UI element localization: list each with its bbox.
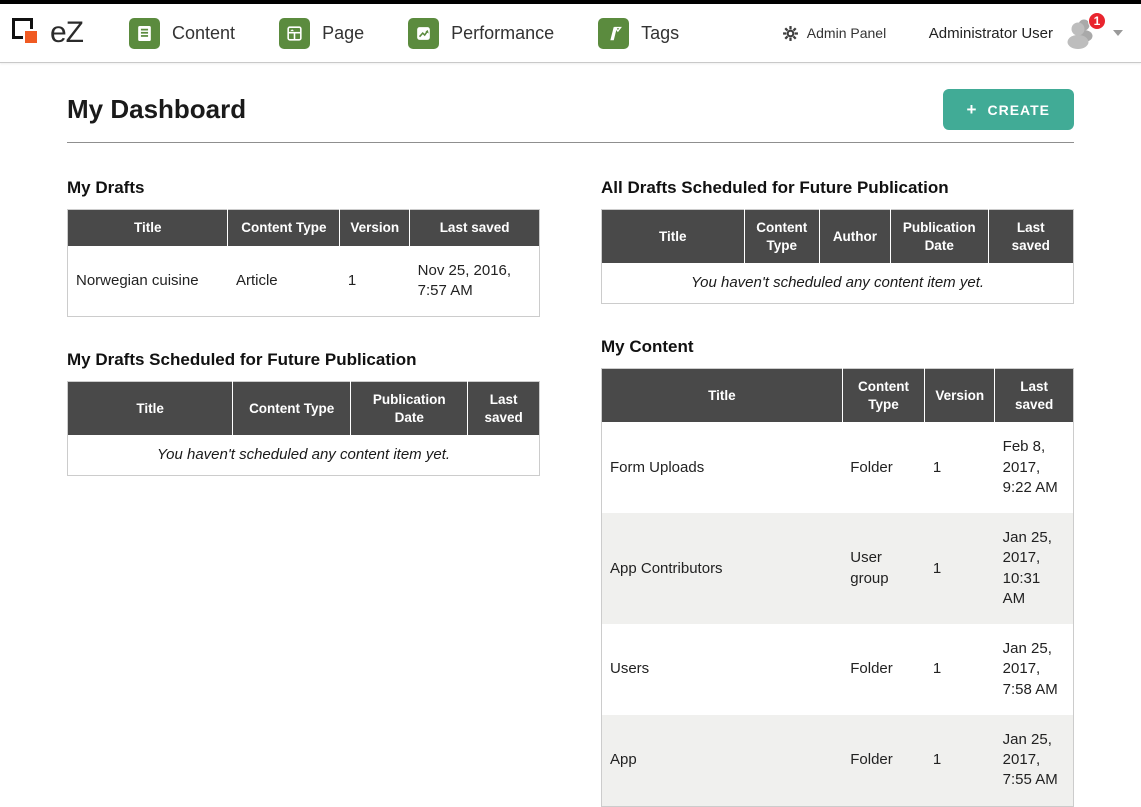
empty-row: You haven't scheduled any content item y…: [68, 435, 540, 476]
column-header: Content Type: [744, 210, 820, 264]
plus-icon: +: [967, 101, 978, 118]
table-header-row: TitleContent TypePublication DateLast sa…: [68, 382, 540, 436]
tags-icon: [598, 18, 629, 49]
table-cell: Jan 25, 2017, 7:58 AM: [995, 624, 1074, 715]
notification-badge[interactable]: 1: [1088, 12, 1106, 30]
column-header: Last saved: [468, 382, 540, 436]
my-content-title: My Content: [601, 337, 1074, 357]
page-icon: [279, 18, 310, 49]
table-cell: Jan 25, 2017, 7:55 AM: [995, 715, 1074, 806]
column-header: Last saved: [995, 369, 1074, 423]
table-row[interactable]: App ContributorsUser group1Jan 25, 2017,…: [602, 513, 1074, 624]
all-drafts-scheduled-table: TitleContent TypeAuthorPublication DateL…: [601, 209, 1074, 304]
empty-message: You haven't scheduled any content item y…: [602, 263, 1074, 304]
user-name: Administrator User: [929, 25, 1053, 42]
table-cell: 1: [925, 513, 995, 624]
table-cell: 1: [925, 715, 995, 806]
chevron-down-icon[interactable]: [1113, 30, 1123, 36]
main-nav: Content Page Performance: [129, 18, 679, 49]
table-header-row: TitleContent TypeAuthorPublication DateL…: [602, 210, 1074, 264]
performance-icon: [408, 18, 439, 49]
table-cell: 1: [925, 624, 995, 715]
nav-label-performance: Performance: [451, 23, 554, 44]
my-drafts-title: My Drafts: [67, 178, 540, 198]
table-cell: Article: [228, 246, 340, 317]
all-drafts-scheduled-title: All Drafts Scheduled for Future Publicat…: [601, 178, 1074, 198]
right-column: All Drafts Scheduled for Future Publicat…: [601, 145, 1074, 807]
table-cell: Nov 25, 2016, 7:57 AM: [410, 246, 540, 317]
page-title: My Dashboard: [67, 94, 246, 125]
table-cell: 1: [340, 246, 410, 317]
gear-icon: [782, 25, 799, 42]
table-cell: Jan 25, 2017, 10:31 AM: [995, 513, 1074, 624]
table-cell: Folder: [842, 422, 925, 513]
table-cell: 1: [925, 422, 995, 513]
column-header: Version: [340, 210, 410, 246]
content-icon: [129, 18, 160, 49]
column-header: Content Type: [228, 210, 340, 246]
my-drafts-scheduled-table: TitleContent TypePublication DateLast sa…: [67, 381, 540, 476]
my-drafts-scheduled-section: My Drafts Scheduled for Future Publicati…: [67, 350, 540, 476]
my-drafts-scheduled-title: My Drafts Scheduled for Future Publicati…: [67, 350, 540, 370]
table-cell: App Contributors: [602, 513, 843, 624]
table-row[interactable]: AppFolder1Jan 25, 2017, 7:55 AM: [602, 715, 1074, 806]
my-drafts-section: My Drafts TitleContent TypeVersionLast s…: [67, 178, 540, 317]
ez-logo-text: eZ: [50, 16, 83, 50]
column-header: Title: [602, 210, 745, 264]
column-header: Last saved: [410, 210, 540, 246]
my-content-section: My Content TitleContent TypeVersionLast …: [601, 337, 1074, 806]
ez-logo-mark: [12, 16, 44, 50]
title-divider: [67, 142, 1074, 143]
admin-panel-label: Admin Panel: [807, 25, 886, 41]
table-header-row: TitleContent TypeVersionLast saved: [68, 210, 540, 246]
nav-label-content: Content: [172, 23, 235, 44]
empty-row: You haven't scheduled any content item y…: [602, 263, 1074, 304]
my-content-table: TitleContent TypeVersionLast savedForm U…: [601, 368, 1074, 806]
column-header: Title: [602, 369, 843, 423]
admin-panel-button[interactable]: Admin Panel: [722, 25, 886, 42]
table-cell: Folder: [842, 624, 925, 715]
empty-message: You haven't scheduled any content item y…: [68, 435, 540, 476]
nav-item-performance[interactable]: Performance: [408, 18, 554, 49]
table-cell: Norwegian cuisine: [68, 246, 228, 317]
table-cell: Folder: [842, 715, 925, 806]
column-header: Content Type: [842, 369, 925, 423]
dashboard-page: My Dashboard + CREATE My Drafts TitleCon…: [0, 89, 1141, 807]
column-header: Title: [68, 382, 233, 436]
ez-logo[interactable]: eZ: [12, 16, 83, 50]
left-column: My Drafts TitleContent TypeVersionLast s…: [67, 145, 540, 807]
table-cell: App: [602, 715, 843, 806]
nav-label-page: Page: [322, 23, 364, 44]
table-cell: Feb 8, 2017, 9:22 AM: [995, 422, 1074, 513]
main-header: eZ Content Pag: [0, 4, 1141, 63]
column-header: Title: [68, 210, 228, 246]
column-header: Last saved: [988, 210, 1073, 264]
user-menu[interactable]: 1: [1063, 17, 1099, 49]
nav-item-tags[interactable]: Tags: [598, 18, 679, 49]
column-header: Publication Date: [351, 382, 468, 436]
nav-item-page[interactable]: Page: [279, 18, 364, 49]
column-header: Version: [925, 369, 995, 423]
column-header: Content Type: [233, 382, 351, 436]
user-area: Administrator User 1: [929, 17, 1123, 49]
table-cell: User group: [842, 513, 925, 624]
table-cell: Users: [602, 624, 843, 715]
table-row[interactable]: Norwegian cuisineArticle1Nov 25, 2016, 7…: [68, 246, 540, 317]
column-header: Publication Date: [890, 210, 988, 264]
nav-item-content[interactable]: Content: [129, 18, 235, 49]
table-row[interactable]: UsersFolder1Jan 25, 2017, 7:58 AM: [602, 624, 1074, 715]
table-row[interactable]: Form UploadsFolder1Feb 8, 2017, 9:22 AM: [602, 422, 1074, 513]
my-drafts-table: TitleContent TypeVersionLast savedNorweg…: [67, 209, 540, 317]
column-header: Author: [820, 210, 891, 264]
nav-label-tags: Tags: [641, 23, 679, 44]
create-button[interactable]: + CREATE: [943, 89, 1074, 130]
table-cell: Form Uploads: [602, 422, 843, 513]
all-drafts-scheduled-section: All Drafts Scheduled for Future Publicat…: [601, 178, 1074, 304]
table-header-row: TitleContent TypeVersionLast saved: [602, 369, 1074, 423]
